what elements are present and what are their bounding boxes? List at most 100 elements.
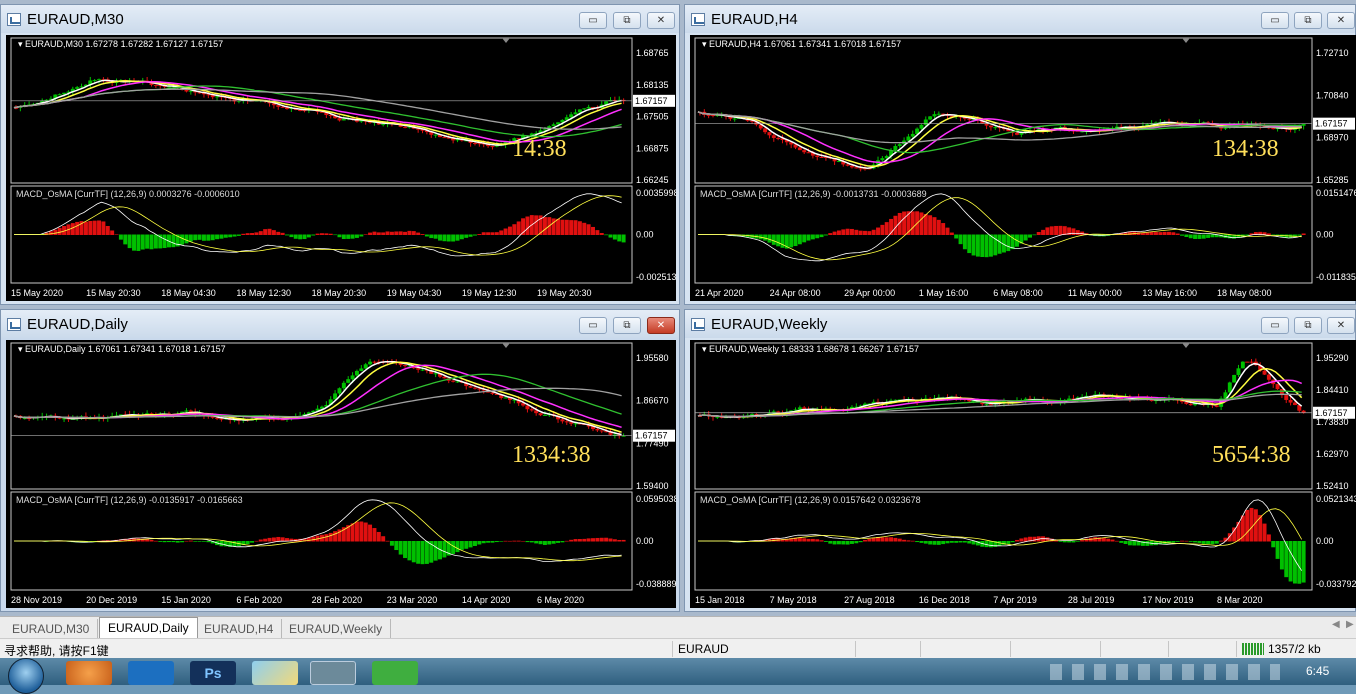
photoshop-icon[interactable]: Ps (190, 661, 236, 685)
osma-bar (175, 541, 180, 543)
osma-bar (136, 234, 141, 251)
close-button[interactable]: ✕ (647, 317, 675, 334)
tab-euraud-m30[interactable]: EURAUD,M30 (4, 619, 99, 638)
titlebar[interactable]: EURAUD,H4 ▭ ⧉ ✕ (685, 5, 1355, 33)
osma-bar (845, 228, 850, 235)
osma-bar (306, 234, 311, 238)
candle-body (1240, 361, 1245, 369)
candle-body (767, 132, 772, 136)
osma-bar (1262, 523, 1267, 542)
minimize-button[interactable]: ▭ (579, 12, 607, 29)
osma-bar (70, 223, 75, 235)
restore-button[interactable]: ⧉ (613, 12, 641, 29)
osma-bar (516, 540, 521, 542)
candle-body (455, 381, 460, 383)
candle-body (276, 105, 281, 107)
osma-bar (416, 232, 421, 235)
paint-icon[interactable] (252, 661, 298, 685)
osma-bar (1279, 541, 1284, 570)
osma-bar (1236, 521, 1241, 542)
chart-area[interactable]: ▾ EURAUD,Daily 1.67061 1.67341 1.67018 1… (6, 340, 676, 608)
osma-bar (1093, 537, 1098, 542)
osma-bar (285, 234, 289, 236)
tab-scroll-right-icon[interactable]: ▶ (1346, 619, 1354, 630)
osma-bar (836, 541, 841, 545)
start-orb-icon[interactable] (8, 658, 44, 694)
tab-euraud-h4[interactable]: EURAUD,H4 (196, 619, 283, 638)
price-chart-svg: ▾ EURAUD,H4 1.67061 1.67341 1.67018 1.67… (694, 37, 1356, 298)
chart-window-weekly[interactable]: EURAUD,Weekly ▭ ⧉ ✕ ▾ EURAUD,Weekly 1.68… (684, 309, 1356, 612)
osma-bar (902, 539, 907, 542)
chart-area[interactable]: ▾ EURAUD,Weekly 1.68333 1.68678 1.66267 … (690, 340, 1356, 608)
tab-euraud-weekly[interactable]: EURAUD,Weekly (281, 619, 392, 638)
osma-bar (1206, 234, 1211, 238)
titlebar[interactable]: EURAUD,Daily ▭ ⧉ ✕ (1, 310, 679, 338)
minimize-button[interactable]: ▭ (579, 317, 607, 334)
chart-shift-marker-icon[interactable] (502, 38, 510, 43)
titlebar[interactable]: EURAUD,M30 ▭ ⧉ ✕ (1, 5, 679, 33)
browser-icon[interactable] (66, 661, 112, 685)
osma-bar (845, 541, 850, 545)
chart-window-icon (7, 318, 21, 331)
candle-body (1058, 126, 1063, 128)
close-button[interactable]: ✕ (1327, 317, 1355, 334)
macd-tick-label: 0.0521343 (1316, 494, 1356, 504)
restore-button[interactable]: ⧉ (1294, 12, 1322, 29)
osma-bar (564, 219, 569, 235)
tab-euraud-daily[interactable]: EURAUD,Daily (99, 617, 198, 639)
osma-bar (884, 222, 889, 235)
osma-bar (841, 541, 846, 545)
restore-button[interactable]: ⧉ (613, 317, 641, 334)
wechat-icon[interactable] (372, 661, 418, 685)
osma-bar (424, 541, 429, 564)
osma-bar (245, 541, 250, 545)
osma-bar (941, 223, 946, 235)
osma-bar (433, 541, 438, 561)
osma-bar (97, 220, 102, 235)
osma-bar (538, 541, 543, 545)
macd-label: MACD_OsMA [CurrTF] (12,26,9) -0.0013731 … (700, 189, 927, 199)
cloud-icon[interactable] (128, 661, 174, 685)
osma-bar (525, 541, 530, 543)
minimize-button[interactable]: ▭ (1261, 12, 1289, 29)
osma-bar (958, 541, 963, 543)
candle-body (560, 419, 565, 422)
osma-bar (1219, 540, 1224, 542)
chart-shift-marker-icon[interactable] (502, 343, 510, 348)
close-button[interactable]: ✕ (647, 12, 675, 29)
osma-bar (586, 538, 591, 542)
close-button[interactable]: ✕ (1327, 12, 1355, 29)
osma-bar (573, 220, 578, 235)
candle-body (1188, 403, 1193, 406)
metatrader-icon[interactable] (310, 661, 356, 685)
chart-shift-marker-icon[interactable] (1182, 343, 1190, 348)
osma-bar (954, 541, 959, 543)
titlebar[interactable]: EURAUD,Weekly ▭ ⧉ ✕ (685, 310, 1355, 338)
chart-area[interactable]: ▾ EURAUD,M30 1.67278 1.67282 1.67127 1.6… (6, 35, 676, 301)
osma-bar (354, 521, 359, 542)
restore-button[interactable]: ⧉ (1294, 317, 1322, 334)
candle-body (57, 94, 62, 96)
chart-shift-marker-icon[interactable] (1182, 38, 1190, 43)
candle-body (776, 138, 781, 140)
time-tick-label: 16 Dec 2018 (919, 595, 970, 605)
candle-body (988, 404, 993, 406)
osma-bar (153, 540, 158, 542)
chart-area[interactable]: ▾ EURAUD,H4 1.67061 1.67341 1.67018 1.67… (690, 35, 1356, 301)
osma-bar (232, 234, 237, 237)
minimize-button[interactable]: ▭ (1261, 317, 1289, 334)
clock-time[interactable]: 6:45 (1306, 664, 1329, 678)
chart-window-daily[interactable]: EURAUD,Daily ▭ ⧉ ✕ ▾ EURAUD,Daily 1.6706… (0, 309, 680, 612)
candle-body (936, 113, 941, 115)
chart-window-m30[interactable]: EURAUD,M30 ▭ ⧉ ✕ ▾ EURAUD,M30 1.67278 1.… (0, 4, 680, 305)
osma-bar (1201, 234, 1206, 239)
tab-scroll-left-icon[interactable]: ◀ (1332, 619, 1340, 630)
osma-bar (923, 541, 928, 544)
candle-body (341, 382, 346, 389)
candle-body (403, 365, 408, 367)
candle-body (1214, 405, 1219, 407)
osma-bar (621, 234, 626, 243)
osma-bar (101, 221, 106, 235)
candle-body (569, 114, 574, 118)
chart-window-h4[interactable]: EURAUD,H4 ▭ ⧉ ✕ ▾ EURAUD,H4 1.67061 1.67… (684, 4, 1356, 305)
